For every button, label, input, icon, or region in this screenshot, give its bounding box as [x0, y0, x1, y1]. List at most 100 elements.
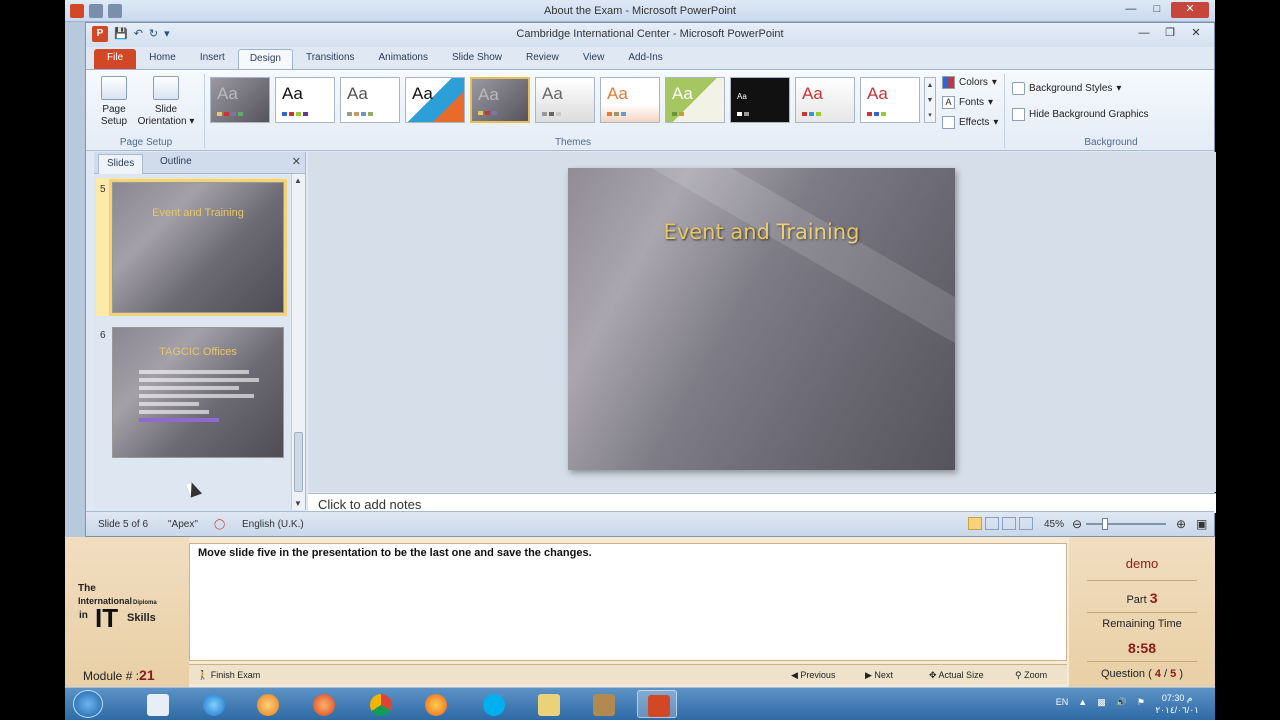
- clock[interactable]: 07:30 م ٢٠١٤/٠٦/٠١: [1155, 692, 1199, 716]
- taskbar-media-player[interactable]: [247, 690, 287, 718]
- colors-button[interactable]: Colors ▾: [942, 76, 997, 89]
- taskbar-skype[interactable]: [473, 690, 513, 718]
- scroll-up-icon[interactable]: ▲: [294, 176, 302, 185]
- slide-thumbnail[interactable]: Event and Training: [109, 179, 287, 316]
- outer-window-controls: — □ ✕: [1119, 2, 1209, 18]
- theme-sample: Aa: [217, 84, 238, 103]
- page-setup-label-2: Setup: [100, 116, 128, 127]
- finish-exam-button[interactable]: 🚶 Finish Exam: [197, 670, 260, 681]
- zoom-in-icon[interactable]: ⊕: [1176, 517, 1186, 531]
- effects-button[interactable]: Effects ▾: [942, 116, 998, 129]
- slide-thumbnail-body: [139, 370, 259, 422]
- tab-transitions[interactable]: Transitions: [295, 49, 366, 69]
- volume-icon[interactable]: 🔊: [1116, 697, 1127, 708]
- theme-thumbnail[interactable]: Aa: [405, 77, 465, 123]
- tab-file[interactable]: File: [94, 49, 137, 69]
- zoom-slider-knob[interactable]: [1102, 518, 1108, 530]
- theme-sample: Aa: [412, 84, 433, 103]
- start-button[interactable]: [73, 690, 103, 718]
- tab-add-ins[interactable]: Add-Ins: [617, 49, 673, 69]
- scroll-thumb[interactable]: [294, 432, 303, 492]
- spelling-icon[interactable]: ◯: [214, 519, 225, 530]
- language-indicator[interactable]: EN: [1056, 697, 1069, 708]
- minimize-button[interactable]: —: [1132, 26, 1156, 42]
- tab-design[interactable]: Design: [237, 49, 293, 69]
- zoom-out-icon[interactable]: ⊖: [1072, 517, 1082, 531]
- slide-orientation-text: Orientation: [137, 116, 187, 127]
- theme-thumbnail[interactable]: Aa: [275, 77, 335, 123]
- taskbar-firefox[interactable]: [415, 690, 455, 718]
- show-hidden-icons-icon[interactable]: ▲: [1078, 697, 1087, 708]
- theme-thumbnail[interactable]: Aa: [860, 77, 920, 123]
- restore-button[interactable]: ❐: [1158, 26, 1182, 42]
- tab-insert[interactable]: Insert: [189, 49, 236, 69]
- minimize-button[interactable]: —: [1119, 2, 1143, 18]
- taskbar-powerpoint[interactable]: [637, 690, 677, 718]
- tab-view[interactable]: View: [572, 49, 616, 69]
- actual-size-label: Actual Size: [938, 670, 984, 680]
- next-button[interactable]: ▶ Next: [865, 670, 893, 681]
- hide-background-graphics-checkbox[interactable]: Hide Background Graphics: [1012, 108, 1149, 121]
- themes-scroll[interactable]: ▲ ▼ ▾: [924, 77, 936, 123]
- powerpoint-icon: [648, 695, 670, 717]
- theme-thumbnail[interactable]: Aa: [795, 77, 855, 123]
- slide-show-view-icon[interactable]: [1019, 517, 1033, 530]
- taskbar-calendar-app[interactable]: [137, 690, 177, 718]
- logo-it: IT: [95, 603, 119, 633]
- slide-number: 5: [100, 184, 106, 195]
- theme-sample: Aa: [282, 84, 303, 103]
- page-setup-button[interactable]: Page Setup: [96, 76, 132, 128]
- slides-pane-scrollbar[interactable]: ▲ ▼: [291, 174, 305, 510]
- hide-background-graphics-label: Hide Background Graphics: [1029, 109, 1149, 120]
- slide-title[interactable]: Event and Training: [568, 220, 955, 244]
- fonts-button[interactable]: A Fonts ▾: [942, 96, 993, 109]
- network-icon[interactable]: ▩: [1097, 697, 1106, 708]
- zoom-button[interactable]: ⚲ Zoom: [1015, 670, 1047, 681]
- tab-home[interactable]: Home: [138, 49, 187, 69]
- close-pane-icon[interactable]: ✕: [292, 155, 301, 168]
- slide-orientation-button[interactable]: Slide Orientation ▾: [134, 76, 198, 128]
- language-status[interactable]: English (U.K.): [242, 519, 304, 530]
- close-button[interactable]: ✕: [1184, 26, 1208, 42]
- module-value: 21: [139, 667, 155, 683]
- theme-thumbnail[interactable]: Aa: [665, 77, 725, 123]
- background-styles-icon: [1012, 82, 1025, 95]
- taskbar-app-tower[interactable]: [583, 690, 623, 718]
- zoom-level[interactable]: 45%: [1044, 519, 1064, 530]
- taskbar-chrome[interactable]: [360, 690, 400, 718]
- normal-view-icon[interactable]: [968, 517, 982, 530]
- question-total: 5: [1170, 668, 1177, 680]
- close-button[interactable]: ✕: [1171, 2, 1209, 18]
- tab-review[interactable]: Review: [515, 49, 570, 69]
- scroll-down-icon[interactable]: ▼: [294, 499, 302, 508]
- tab-slide-show[interactable]: Slide Show: [441, 49, 513, 69]
- tab-animations[interactable]: Animations: [368, 49, 439, 69]
- slide-thumbnail[interactable]: TAGCIC Offices: [112, 327, 284, 458]
- slide-sorter-view-icon[interactable]: [985, 517, 999, 530]
- taskbar-folder[interactable]: [528, 690, 568, 718]
- theme-sample: Aa: [478, 85, 499, 104]
- tab-slides[interactable]: Slides: [98, 154, 144, 174]
- flag-icon[interactable]: ⚑: [1137, 697, 1145, 708]
- slide-count-status: Slide 5 of 6: [98, 519, 149, 530]
- maximize-button[interactable]: □: [1145, 2, 1169, 18]
- theme-thumbnail[interactable]: Aa: [535, 77, 595, 123]
- theme-thumbnail[interactable]: Aa: [600, 77, 660, 123]
- logo-the: The: [78, 583, 96, 594]
- fit-to-window-icon[interactable]: ▣: [1196, 517, 1207, 531]
- tab-outline[interactable]: Outline: [152, 156, 200, 167]
- actual-size-button[interactable]: ✥ Actual Size: [929, 670, 984, 681]
- zoom-slider[interactable]: [1086, 523, 1166, 525]
- theme-thumbnail[interactable]: Aa: [340, 77, 400, 123]
- reading-view-icon[interactable]: [1002, 517, 1016, 530]
- notes-pane[interactable]: Click to add notes: [308, 493, 1216, 513]
- taskbar-ie[interactable]: [193, 690, 233, 718]
- theme-thumbnail[interactable]: Aa: [730, 77, 790, 123]
- background-styles-button[interactable]: Background Styles ▾: [1012, 82, 1121, 95]
- previous-button[interactable]: ◀ Previous: [791, 670, 835, 681]
- taskbar-app-flame[interactable]: [303, 690, 343, 718]
- part-number: 3: [1149, 590, 1158, 606]
- current-slide-canvas[interactable]: Event and Training: [568, 168, 955, 470]
- theme-thumbnail[interactable]: Aa: [210, 77, 270, 123]
- theme-thumbnail-apex-selected[interactable]: Aa: [470, 77, 530, 123]
